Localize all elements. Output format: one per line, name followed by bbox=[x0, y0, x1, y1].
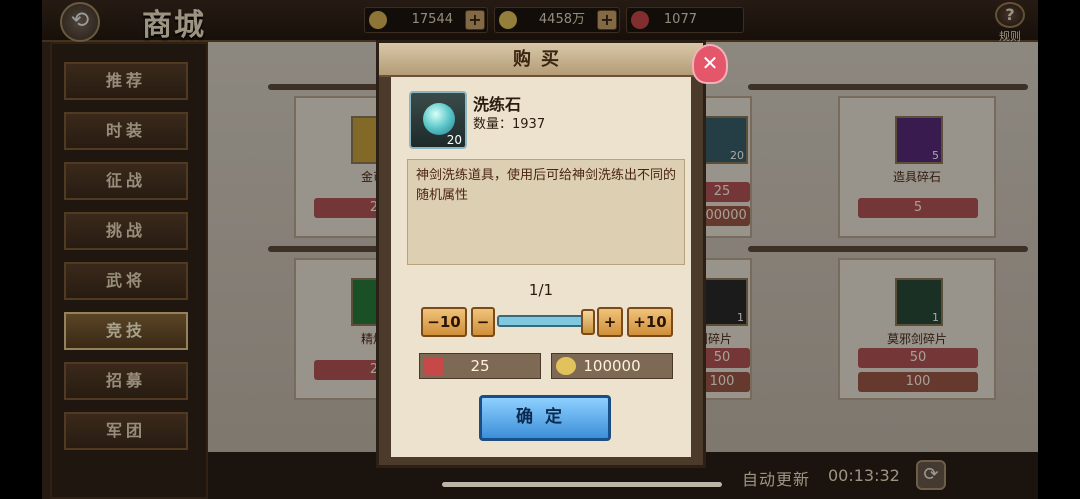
gem-graphic bbox=[423, 103, 455, 135]
home-indicator[interactable] bbox=[442, 482, 722, 487]
minus-button[interactable]: − bbox=[471, 307, 495, 337]
close-icon[interactable]: ✕ bbox=[692, 44, 728, 84]
item-owned-qty: 数量：1937 bbox=[473, 117, 546, 132]
plus-ten-button[interactable]: +10 bbox=[627, 307, 673, 337]
buy-dialog: 购买 20 洗练石 数量：1937 神剑洗练道具，使用后可给神剑洗练出不同的随机… bbox=[376, 40, 706, 468]
item-name: 洗练石 bbox=[473, 95, 522, 114]
slider-handle[interactable] bbox=[581, 309, 595, 335]
item-icon-count: 20 bbox=[446, 133, 462, 147]
coin-price: 100000 bbox=[551, 353, 673, 379]
game-screen: ⟲ 商城 17544 + 4458万 + 1077 ? 规则 推荐 时装 征战 … bbox=[42, 0, 1038, 499]
quantity-slider[interactable] bbox=[497, 315, 585, 327]
coin-icon bbox=[556, 357, 576, 375]
ticket-price: 25 bbox=[419, 353, 541, 379]
dialog-title: 购买 bbox=[379, 43, 703, 77]
dialog-body: 20 洗练石 数量：1937 神剑洗练道具，使用后可给神剑洗练出不同的随机属性 … bbox=[391, 77, 691, 457]
minus-ten-button[interactable]: −10 bbox=[421, 307, 467, 337]
coin-price-value: 100000 bbox=[583, 357, 641, 375]
purchase-counter: 1/1 bbox=[528, 281, 554, 299]
ticket-icon bbox=[424, 357, 444, 375]
item-description: 神剑洗练道具，使用后可给神剑洗练出不同的随机属性 bbox=[407, 159, 685, 265]
gem-icon: 20 bbox=[409, 91, 467, 149]
ticket-price-value: 25 bbox=[470, 357, 490, 375]
plus-button[interactable]: + bbox=[597, 307, 623, 337]
confirm-button[interactable]: 确定 bbox=[479, 395, 611, 441]
